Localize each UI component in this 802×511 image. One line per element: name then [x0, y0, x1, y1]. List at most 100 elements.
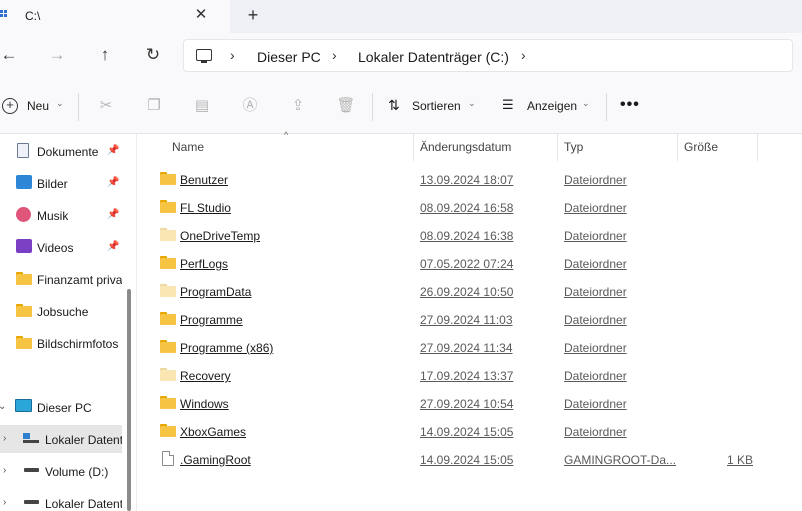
paste-icon[interactable]: ▤: [192, 96, 212, 116]
sort-label: Sortieren: [412, 99, 461, 113]
sidebar-item-music[interactable]: Musik 📌: [0, 201, 122, 229]
rename-icon[interactable]: Ⓐ: [240, 96, 260, 116]
tab-strip: C:\ ✕ +: [0, 0, 802, 33]
column-header-type[interactable]: Typ: [564, 140, 583, 154]
command-bar: + Neu ⌄ ✂ ❐ ▤ Ⓐ ⇪ 🗑 ⇅ Sortieren ⌄ ☰ Anze…: [0, 80, 802, 134]
file-date: 17.09.2024 13:37: [420, 369, 514, 383]
address-bar[interactable]: › Dieser PC › Lokaler Datenträger (C:) ›: [183, 39, 793, 72]
column-header-name[interactable]: Name: [172, 140, 204, 154]
file-name: Recovery: [180, 369, 231, 383]
forward-icon[interactable]: →: [45, 43, 69, 67]
file-type: Dateiordner: [564, 397, 627, 411]
chevron-right-icon[interactable]: ›: [332, 47, 337, 63]
file-type: Dateiordner: [564, 341, 627, 355]
file-date: 13.09.2024 18:07: [420, 173, 514, 187]
chevron-down-icon: ⌄: [468, 98, 476, 108]
folder-icon: [160, 340, 176, 353]
folder-icon: [16, 304, 32, 317]
sidebar-item-label: Jobsuche: [37, 305, 89, 319]
sidebar-scrollbar[interactable]: [127, 289, 131, 511]
file-row-gamingroot[interactable]: .GamingRoot 14.09.2024 15:05 GAMINGROOT-…: [137, 445, 802, 473]
sidebar-item-label: Dieser PC: [37, 401, 92, 415]
column-headers: ^ Name Änderungsdatum Typ Größe: [137, 130, 802, 161]
file-type: GAMINGROOT-Da...: [564, 453, 677, 467]
sidebar-item-this-pc[interactable]: ⌄ Dieser PC: [0, 393, 122, 421]
column-divider[interactable]: [677, 134, 678, 161]
toolbar-divider: [78, 93, 79, 121]
column-divider[interactable]: [557, 134, 558, 161]
file-name: PerfLogs: [180, 257, 229, 271]
file-row-programme-x86[interactable]: Programme (x86) 27.09.2024 11:34 Dateior…: [137, 333, 802, 361]
copy-icon[interactable]: ❐: [144, 96, 164, 116]
sidebar-item-local-disk-2[interactable]: › Lokaler Datent: [0, 489, 122, 511]
file-row-programdata[interactable]: ProgramData 26.09.2024 10:50 Dateiordner: [137, 277, 802, 305]
file-name: Programme: [180, 313, 243, 327]
chevron-right-icon[interactable]: ›: [521, 47, 526, 63]
sort-button[interactable]: ⇅ Sortieren ⌄: [388, 97, 488, 117]
sidebar-item-videos[interactable]: Videos 📌: [0, 233, 122, 261]
explorer-icon: [0, 10, 8, 22]
file-row-perflogs[interactable]: PerfLogs 07.05.2022 07:24 Dateiordner: [137, 249, 802, 277]
sidebar-item-local-disk-c[interactable]: › Lokaler Datent: [0, 425, 122, 453]
chevron-down-icon[interactable]: ⌄: [0, 401, 6, 412]
close-icon[interactable]: ✕: [193, 7, 209, 23]
refresh-icon[interactable]: ↻: [141, 43, 165, 67]
delete-icon[interactable]: 🗑: [336, 96, 356, 116]
column-header-date[interactable]: Änderungsdatum: [420, 140, 511, 154]
file-row-fl-studio[interactable]: FL Studio 08.09.2024 16:58 Dateiordner: [137, 193, 802, 221]
sidebar-item-label: Bildschirmfotos: [37, 337, 119, 351]
sidebar-item-jobsuche[interactable]: Jobsuche: [0, 297, 122, 325]
sidebar-item-label: Finanzamt priva: [37, 273, 122, 287]
chevron-down-icon: ⌄: [582, 98, 590, 108]
navigation-bar: ← → ↑ ↻ › Dieser PC › Lokaler Datenträge…: [0, 33, 802, 80]
tab-c-drive[interactable]: C:\ ✕: [0, 0, 230, 33]
file-type: Dateiordner: [564, 257, 627, 271]
up-icon[interactable]: ↑: [93, 43, 117, 67]
more-options-icon[interactable]: •••: [620, 96, 640, 114]
file-type: Dateiordner: [564, 173, 627, 187]
chevron-right-icon[interactable]: ›: [3, 433, 6, 444]
new-button[interactable]: + Neu ⌄: [2, 97, 66, 117]
documents-icon: [17, 143, 29, 158]
chevron-right-icon[interactable]: ›: [3, 465, 6, 476]
sidebar-item-volume-d[interactable]: › Volume (D:): [0, 457, 122, 485]
file-row-xboxgames[interactable]: XboxGames 14.09.2024 15:05 Dateiordner: [137, 417, 802, 445]
file-row-onedrivetemp[interactable]: OneDriveTemp 08.09.2024 16:38 Dateiordne…: [137, 221, 802, 249]
back-icon[interactable]: ←: [0, 43, 21, 67]
folder-icon: [160, 172, 176, 185]
sidebar-item-label: Dokumente: [37, 145, 99, 159]
file-name: Windows: [180, 397, 229, 411]
file-row-windows[interactable]: Windows 27.09.2024 10:54 Dateiordner: [137, 389, 802, 417]
sidebar-item-bildschirmfotos[interactable]: Bildschirmfotos: [0, 329, 122, 357]
sidebar-item-pictures[interactable]: Bilder 📌: [0, 169, 122, 197]
chevron-right-icon[interactable]: ›: [3, 497, 6, 508]
new-tab-button[interactable]: +: [244, 6, 262, 24]
file-type: Dateiordner: [564, 369, 627, 383]
share-icon[interactable]: ⇪: [288, 96, 308, 116]
file-name: OneDriveTemp: [180, 229, 261, 243]
breadcrumb-this-pc[interactable]: Dieser PC: [257, 49, 321, 65]
column-divider[interactable]: [413, 134, 414, 161]
folder-icon: [160, 200, 176, 213]
breadcrumb-local-disk[interactable]: Lokaler Datenträger (C:): [358, 49, 509, 65]
drive-icon: [24, 468, 39, 472]
file-row-programme[interactable]: Programme 27.09.2024 11:03 Dateiordner: [137, 305, 802, 333]
file-type: Dateiordner: [564, 425, 627, 439]
file-row-recovery[interactable]: Recovery 17.09.2024 13:37 Dateiordner: [137, 361, 802, 389]
view-label: Anzeigen: [527, 99, 578, 113]
folder-icon: [160, 424, 176, 437]
file-name: Benutzer: [180, 173, 229, 187]
file-row-benutzer[interactable]: Benutzer 13.09.2024 18:07 Dateiordner: [137, 165, 802, 193]
view-button[interactable]: ☰ Anzeigen ⌄: [502, 97, 602, 117]
sidebar-item-finanzamt[interactable]: Finanzamt priva: [0, 265, 122, 293]
sidebar-item-documents[interactable]: Dokumente 📌: [0, 137, 122, 165]
pin-icon: 📌: [107, 145, 120, 156]
hidden-folder-icon: [160, 368, 176, 381]
column-header-size[interactable]: Größe: [684, 140, 718, 154]
toolbar-divider: [606, 93, 607, 121]
cut-icon[interactable]: ✂: [96, 96, 116, 116]
chevron-right-icon[interactable]: ›: [230, 47, 235, 63]
file-type: Dateiordner: [564, 285, 627, 299]
column-divider[interactable]: [757, 134, 758, 161]
pictures-icon: [16, 175, 32, 189]
